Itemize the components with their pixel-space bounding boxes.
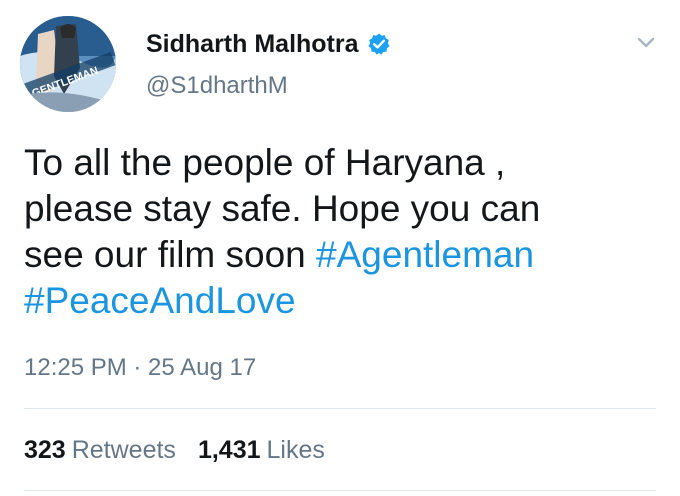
- retweets-count: 323: [24, 436, 66, 464]
- likes-stat[interactable]: 1,431 Likes: [198, 434, 325, 466]
- chevron-down-icon[interactable]: [632, 28, 660, 56]
- hashtag-link[interactable]: #PeaceAndLove: [24, 280, 296, 321]
- display-name[interactable]: Sidharth Malhotra: [146, 28, 359, 60]
- avatar[interactable]: GENTLEMAN: [20, 16, 116, 112]
- user-name-row: Sidharth Malhotra: [146, 28, 391, 60]
- retweets-stat[interactable]: 323 Retweets: [24, 434, 176, 466]
- user-handle[interactable]: @S1dharthM: [146, 70, 288, 102]
- divider: [24, 490, 656, 491]
- hashtag-link[interactable]: #Agentleman: [316, 234, 534, 275]
- tweet-card: GENTLEMAN Sidharth Malhotra @S1dharthM T…: [0, 0, 680, 496]
- tweet-text-line: #PeaceAndLove: [24, 278, 664, 324]
- tweet-text-fragment: see our film soon: [24, 234, 317, 275]
- likes-label: Likes: [266, 436, 325, 464]
- tweet-text-line: please stay safe. Hope you can: [24, 188, 541, 229]
- tweet-text-line: To all the people of Haryana ,: [24, 142, 506, 183]
- tweet-text: To all the people of Haryana , please st…: [24, 140, 664, 324]
- divider: [24, 408, 656, 409]
- verified-badge-icon: [367, 32, 391, 56]
- tweet-timestamp[interactable]: 12:25 PM · 25 Aug 17: [24, 352, 256, 384]
- tweet-stats: 323 Retweets 1,431 Likes: [24, 434, 347, 466]
- retweets-label: Retweets: [71, 436, 176, 464]
- tweet-text-line: see our film soon #Agentleman: [24, 232, 664, 278]
- likes-count: 1,431: [197, 436, 261, 464]
